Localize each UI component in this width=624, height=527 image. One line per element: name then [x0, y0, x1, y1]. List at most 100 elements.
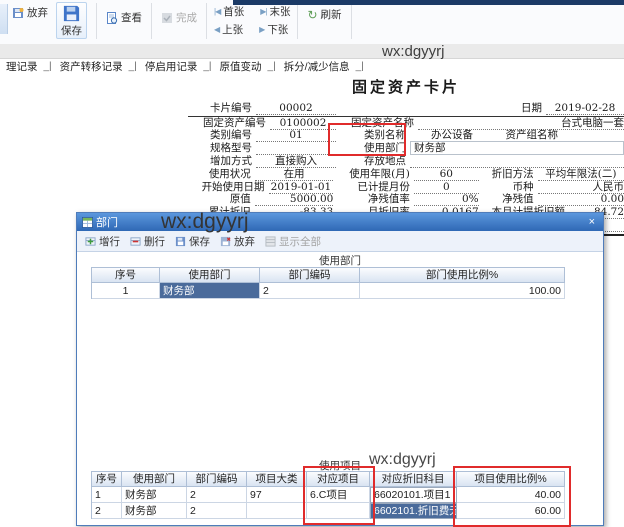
card-title: 固定资产卡片 — [188, 76, 624, 97]
dept-table: 序号使用部门部门编码部门使用比例%1财务部2100.00 — [91, 267, 565, 299]
clipped-toolbar-button[interactable] — [0, 4, 8, 34]
column-header[interactable]: 对应项目 — [307, 472, 370, 487]
table-cell[interactable]: 1 — [92, 283, 160, 299]
table-cell[interactable] — [247, 503, 307, 519]
next-icon: ▶ — [259, 25, 264, 34]
complete-button[interactable]: 完成 — [157, 8, 201, 27]
column-header[interactable]: 使用部门 — [160, 268, 260, 283]
add-row-button[interactable]: 增行 — [81, 233, 124, 250]
table-header-row: 序号使用部门部门编码项目大类对应项目对应折旧科目项目使用比例% — [92, 472, 565, 487]
tab-separator: _| — [44, 61, 52, 72]
column-header[interactable]: 序号 — [92, 268, 160, 283]
card-field-value[interactable]: 0 — [414, 181, 479, 194]
table-cell[interactable]: 6.C项目 — [307, 487, 370, 503]
dept-section-title: 使用部门 — [77, 253, 603, 268]
close-icon[interactable]: × — [586, 216, 598, 228]
dialog-title: 部门 — [96, 214, 118, 230]
dialog-save-icon — [175, 236, 186, 247]
table-cell[interactable]: 2 — [92, 503, 122, 519]
show-all-label: 显示全部 — [279, 234, 321, 249]
card-field-value[interactable]: 60 — [414, 168, 479, 181]
delete-row-label: 删行 — [144, 234, 165, 249]
table-cell[interactable]: 财务部 — [122, 503, 187, 519]
table-cell[interactable]: 66020101.项目1 — [370, 487, 457, 503]
last-icon: ▶| — [260, 7, 266, 16]
table-row: 1财务部2100.00 — [92, 283, 565, 299]
toolbar-separator — [96, 3, 97, 39]
tab-1[interactable]: 资产转移记录 — [60, 59, 123, 74]
dialog-save-button[interactable]: 保存 — [171, 233, 214, 250]
dialog-discard-label: 放弃 — [234, 234, 255, 249]
column-header[interactable]: 使用部门 — [122, 472, 187, 487]
discard-label: 放弃 — [27, 5, 48, 20]
table-cell[interactable]: 财务部 — [122, 487, 187, 503]
card-field-label: 卡片编号 — [188, 100, 256, 115]
view-icon — [106, 12, 118, 24]
dialog-discard-button[interactable]: 放弃 — [216, 233, 259, 250]
view-label: 查看 — [121, 10, 142, 25]
dialog-toolbar: 增行 删行 保存 放弃 显示全部 — [77, 231, 603, 252]
card-field-value[interactable]: 01 — [256, 129, 336, 142]
tab-separator: _| — [268, 61, 276, 72]
complete-icon — [161, 12, 173, 24]
add-row-label: 增行 — [99, 234, 120, 249]
save-label: 保存 — [61, 23, 82, 38]
card-field-value[interactable]: 2019-01-01 — [269, 181, 334, 194]
table-cell[interactable]: 2 — [187, 487, 247, 503]
card-field-value[interactable]: 2019-02-28 — [546, 102, 624, 115]
card-field-value[interactable]: 财务部 — [410, 141, 624, 155]
dialog-titlebar[interactable]: 部门 wx:dgyyrj × — [77, 213, 603, 231]
project-table: 序号使用部门部门编码项目大类对应项目对应折旧科目项目使用比例%1财务部2976.… — [91, 471, 565, 519]
table-cell[interactable]: 40.00 — [457, 487, 565, 503]
first-card-button[interactable]: |◀首张 — [212, 4, 246, 19]
dialog-window-icon — [82, 217, 93, 228]
tab-separator: _| — [356, 61, 364, 72]
next-card-button[interactable]: ▶下张 — [257, 22, 290, 37]
tab-4[interactable]: 拆分/减少信息 — [284, 59, 350, 74]
discard-button[interactable]: 放弃 — [8, 3, 52, 22]
column-header[interactable]: 部门编码 — [260, 268, 360, 283]
table-cell[interactable]: 2 — [187, 503, 247, 519]
column-header[interactable]: 部门编码 — [187, 472, 247, 487]
card-field-value[interactable]: 人民币 — [538, 181, 624, 194]
card-field-value[interactable]: 5000.00 — [255, 193, 334, 206]
column-header[interactable]: 项目大类 — [247, 472, 307, 487]
tab-3[interactable]: 原值变动 — [220, 59, 262, 74]
table-cell[interactable]: 2 — [260, 283, 360, 299]
card-field-value[interactable]: 直接购入 — [256, 155, 336, 168]
table-cell[interactable]: 1 — [92, 487, 122, 503]
card-field-value[interactable]: 0% — [414, 193, 479, 206]
watermark-bottom: wx:dgyyrj — [369, 451, 436, 469]
dialog-save-label: 保存 — [189, 234, 210, 249]
card-field-value[interactable] — [256, 143, 336, 155]
prev-card-button[interactable]: ◀上张 — [212, 22, 245, 37]
record-tabs: 理记录_|资产转移记录_|停启用记录_|原值变动_|拆分/减少信息_| — [0, 59, 624, 74]
tab-0[interactable]: 理记录 — [6, 59, 38, 74]
table-cell[interactable]: 60.00 — [457, 503, 565, 519]
first-icon: |◀ — [214, 7, 220, 16]
column-header[interactable]: 序号 — [92, 472, 122, 487]
refresh-button[interactable]: ↻ 刷新 — [303, 5, 345, 24]
tab-2[interactable]: 停启用记录 — [145, 59, 198, 74]
prev-icon: ◀ — [214, 25, 219, 34]
card-field-value[interactable]: 0100002 — [270, 117, 336, 130]
delete-row-button[interactable]: 删行 — [126, 233, 169, 250]
column-header[interactable]: 部门使用比例% — [360, 268, 565, 283]
last-card-button[interactable]: ▶|末张 — [258, 4, 292, 19]
table-cell[interactable] — [307, 503, 370, 519]
column-header[interactable]: 项目使用比例% — [457, 472, 565, 487]
table-cell[interactable]: 财务部 — [160, 283, 260, 299]
save-button[interactable]: 保存 — [56, 2, 87, 39]
show-all-button[interactable]: 显示全部 — [261, 233, 325, 250]
delete-row-icon — [130, 236, 141, 247]
view-button[interactable]: 查看 — [102, 8, 146, 27]
card-field-value[interactable]: 00002 — [256, 102, 336, 115]
tab-separator: _| — [203, 61, 211, 72]
table-cell[interactable]: 100.00 — [360, 283, 565, 299]
card-field-value[interactable]: 平均年限法(二) — [538, 168, 624, 181]
discard-disk-icon — [12, 7, 24, 19]
app-window: 放弃 保存 查看 完成 |◀首张 ▶|末张 — [0, 0, 624, 524]
column-header[interactable]: 对应折旧科目 — [370, 472, 457, 487]
table-cell[interactable]: 6602101.折旧费无项目 — [370, 503, 457, 519]
table-cell[interactable]: 97 — [247, 487, 307, 503]
